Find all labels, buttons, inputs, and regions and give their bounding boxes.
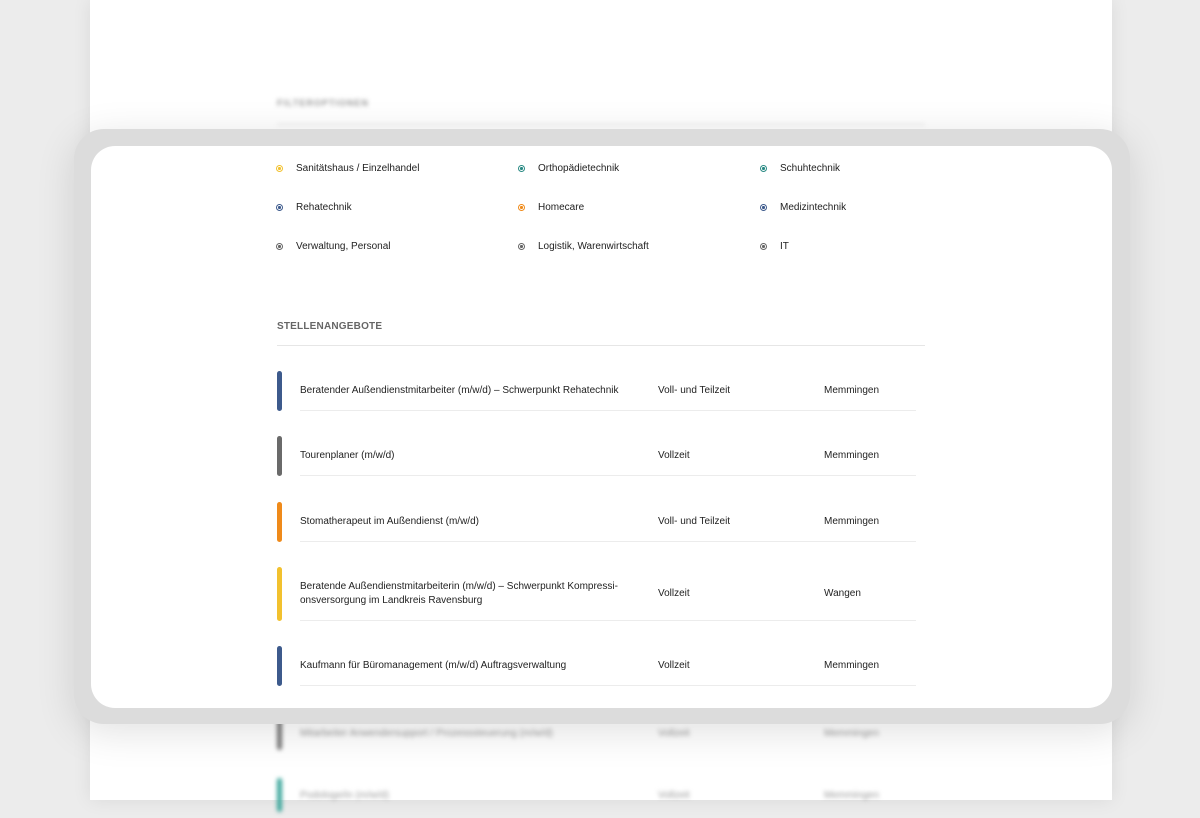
radio-dot-icon	[276, 204, 283, 211]
filter-label: Schuhtechnik	[780, 163, 841, 174]
focus-card: Sanitätshaus / Einzelhandel Orthopädiete…	[91, 146, 1112, 708]
filter-option[interactable]: Rehatechnik	[276, 202, 352, 213]
radio-dot-icon	[760, 243, 767, 250]
background-job-employment: Vollzeit	[658, 728, 690, 739]
category-color-bar	[277, 646, 282, 686]
job-title[interactable]: Stomatherapeut im Außendienst (m/w/d)	[300, 515, 620, 529]
job-location: Memmingen	[824, 385, 880, 396]
job-row[interactable]: Beratender Außendienstmitarbeiter (m/w/d…	[277, 371, 917, 411]
filter-label: Rehatechnik	[296, 202, 352, 213]
job-row[interactable]: Beratende Außendienstmitarbeiterin (m/w/…	[277, 567, 917, 621]
job-title[interactable]: Tourenplaner (m/w/d)	[300, 449, 620, 463]
job-row[interactable]: Tourenplaner (m/w/d) Vollzeit Memmingen	[277, 436, 917, 476]
filter-option[interactable]: Logistik, Warenwirtschaft	[518, 241, 649, 252]
background-job-row: Podologe/in (m/w/d) Vollzeit Memmingen	[277, 778, 917, 818]
job-employment-type: Vollzeit	[658, 450, 690, 461]
job-employment-type: Vollzeit	[658, 660, 690, 671]
background-job-bar	[277, 778, 282, 812]
section-divider	[277, 345, 925, 346]
filter-label: Sanitätshaus / Einzelhandel	[296, 163, 420, 174]
job-location: Memmingen	[824, 516, 880, 527]
filter-option[interactable]: IT	[760, 241, 789, 252]
background-job-location: Memmingen	[824, 790, 880, 801]
filter-option[interactable]: Schuhtechnik	[760, 163, 841, 174]
radio-dot-icon	[276, 243, 283, 250]
row-divider	[300, 475, 916, 476]
row-divider	[300, 685, 916, 686]
filter-option[interactable]: Homecare	[518, 202, 585, 213]
row-divider	[300, 620, 916, 621]
radio-dot-icon	[276, 165, 283, 172]
row-divider	[300, 541, 916, 542]
filter-option[interactable]: Orthopädietechnik	[518, 163, 620, 174]
job-employment-type: Vollzeit	[658, 588, 690, 599]
radio-dot-icon	[760, 204, 767, 211]
radio-dot-icon	[760, 165, 767, 172]
category-color-bar	[277, 567, 282, 621]
job-row[interactable]: Stomatherapeut im Außendienst (m/w/d) Vo…	[277, 502, 917, 542]
section-title: STELLENANGEBOTE	[277, 321, 383, 332]
filter-label: Logistik, Warenwirtschaft	[538, 241, 649, 252]
job-employment-type: Voll- und Teilzeit	[658, 516, 731, 527]
background-job-title: Podologe/in (m/w/d)	[300, 790, 389, 801]
background-divider	[277, 124, 925, 125]
filter-label: Verwaltung, Personal	[296, 241, 391, 252]
job-location: Memmingen	[824, 660, 880, 671]
job-employment-type: Voll- und Teilzeit	[658, 385, 731, 396]
background-filter-heading: FILTEROPTIONEN	[277, 98, 369, 108]
row-divider	[300, 410, 916, 411]
background-job-employment: Vollzeit	[658, 790, 690, 801]
filter-option[interactable]: Medizintechnik	[760, 202, 847, 213]
job-title[interactable]: Beratende Außendienstmitarbeiterin (m/w/…	[300, 580, 620, 608]
job-title[interactable]: Beratender Außendienstmitarbeiter (m/w/d…	[300, 384, 620, 398]
background-job-title: Mitarbeiter Anwendersupport / Prozessste…	[300, 728, 553, 739]
filter-label: Orthopädietechnik	[538, 163, 620, 174]
background-job-location: Memmingen	[824, 728, 880, 739]
category-color-bar	[277, 371, 282, 411]
radio-dot-icon	[518, 165, 525, 172]
job-row[interactable]: Kaufmann für Büromanagement (m/w/d) Auft…	[277, 646, 917, 686]
filter-label: Homecare	[538, 202, 585, 213]
category-color-bar	[277, 436, 282, 476]
radio-dot-icon	[518, 243, 525, 250]
job-location: Memmingen	[824, 450, 880, 461]
job-title[interactable]: Kaufmann für Büromanagement (m/w/d) Auft…	[300, 659, 620, 673]
filter-option[interactable]: Verwaltung, Personal	[276, 241, 391, 252]
filter-label: IT	[780, 241, 789, 252]
radio-dot-icon	[518, 204, 525, 211]
category-color-bar	[277, 502, 282, 542]
filter-label: Medizintechnik	[780, 202, 847, 213]
job-location: Wangen	[824, 588, 861, 599]
filter-option[interactable]: Sanitätshaus / Einzelhandel	[276, 163, 420, 174]
